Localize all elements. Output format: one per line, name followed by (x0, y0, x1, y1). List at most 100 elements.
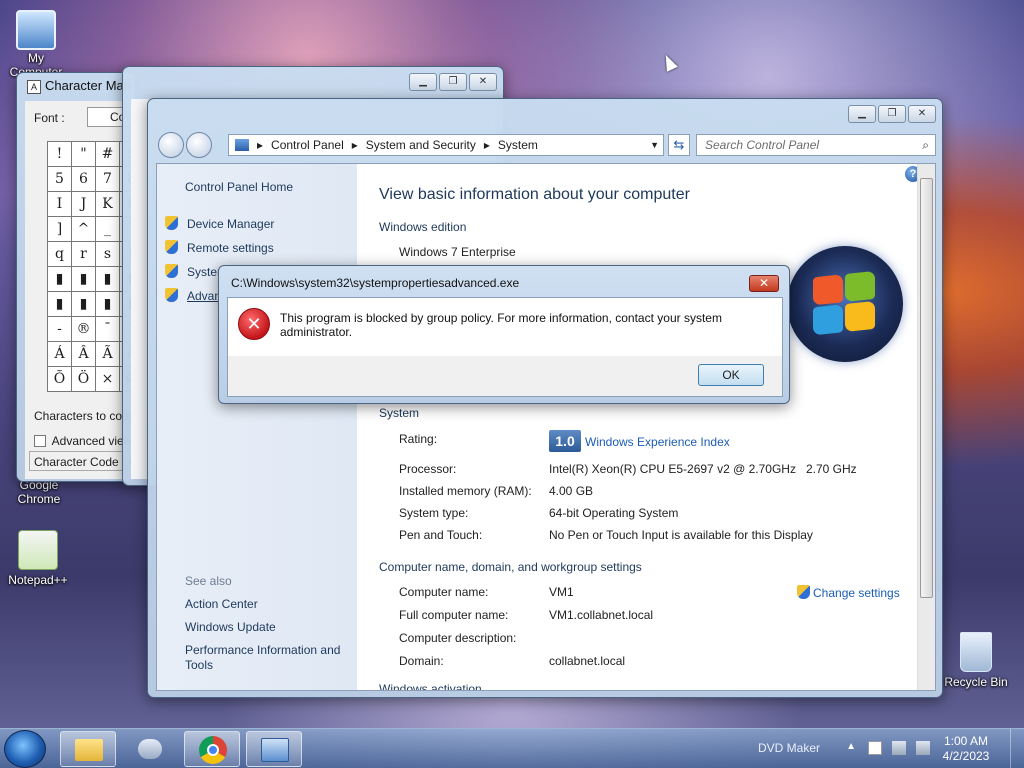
character-cell[interactable]: K (96, 192, 120, 217)
character-cell[interactable]: ▮ (96, 267, 120, 292)
remote-settings-link[interactable]: Remote settings (165, 240, 274, 255)
desktop-icon-my-computer[interactable]: My Computer (0, 10, 72, 79)
action-center-link[interactable]: Action Center (185, 597, 258, 611)
character-code-label: Character Code : 0 (34, 455, 136, 469)
pen-touch-label: Pen and Touch: (399, 528, 483, 542)
chevron-down-icon[interactable]: ▼ (650, 140, 659, 150)
breadcrumb-separator: ▸ (351, 138, 358, 152)
device-manager-link[interactable]: Device Manager (165, 216, 274, 231)
character-cell[interactable]: ▮ (48, 292, 72, 317)
tray-app-label[interactable]: DVD Maker (758, 741, 820, 755)
character-cell[interactable]: " (72, 142, 96, 167)
control-panel-home-link[interactable]: Control Panel Home (185, 180, 293, 194)
vertical-scrollbar[interactable] (917, 164, 935, 690)
dialog-close-button[interactable]: ✕ (749, 275, 779, 292)
breadcrumb-system[interactable]: System (498, 138, 538, 152)
wei-link[interactable]: Windows Experience Index (585, 435, 730, 449)
minimize-button[interactable]: ▁ (409, 73, 437, 91)
character-cell[interactable]: 7 (96, 167, 120, 192)
character-cell[interactable]: s (96, 242, 120, 267)
taskbar-explorer[interactable] (60, 731, 116, 767)
refresh-button[interactable]: ⇆ (668, 134, 690, 156)
minimize-button[interactable]: ▁ (848, 105, 876, 123)
windows-experience-index[interactable]: 1.0 Windows Experience Index (549, 430, 730, 452)
character-cell[interactable]: ! (48, 142, 72, 167)
dialog-message-area: ✕ This program is blocked by group polic… (228, 298, 782, 356)
maximize-button[interactable]: ❐ (878, 105, 906, 123)
character-cell[interactable]: ▮ (72, 292, 96, 317)
dialog-body: ✕ This program is blocked by group polic… (227, 297, 783, 397)
shield-icon (165, 264, 178, 278)
control-panel-icon (235, 139, 249, 151)
character-cell[interactable]: 5 (48, 167, 72, 192)
character-cell[interactable]: Ö (72, 367, 96, 392)
close-button[interactable]: ✕ (469, 73, 497, 91)
character-cell[interactable]: 6 (72, 167, 96, 192)
checkbox-box[interactable] (34, 435, 46, 447)
recycle-bin-icon (960, 632, 992, 672)
character-cell[interactable]: I (48, 192, 72, 217)
search-placeholder: Search Control Panel (705, 138, 820, 152)
desktop-icon-google-chrome[interactable]: Google Chrome (2, 478, 76, 506)
control-panel-taskbar-icon (261, 738, 289, 762)
show-hidden-icons-button[interactable]: ▲ (846, 741, 856, 752)
computer-name-section: Computer name, domain, and workgroup set… (379, 560, 913, 574)
search-input[interactable]: Search Control Panel ⌕ (696, 134, 936, 156)
character-cell[interactable]: Ã (96, 342, 120, 367)
blocked-program-dialog[interactable]: C:\Windows\system32\systempropertiesadva… (218, 265, 790, 404)
character-cell[interactable]: ▮ (72, 267, 96, 292)
characters-to-copy-label: Characters to copy (34, 409, 135, 423)
advanced-view-checkbox[interactable]: Advanced view (34, 434, 132, 448)
breadcrumb-control-panel[interactable]: Control Panel (271, 138, 344, 152)
forward-button[interactable] (186, 132, 212, 158)
section-heading: Computer name, domain, and workgroup set… (379, 560, 648, 574)
close-button[interactable]: ✕ (908, 105, 936, 123)
clock[interactable]: 1:00 AM 4/2/2023 (936, 734, 996, 764)
character-cell[interactable]: # (96, 142, 120, 167)
performance-information-link[interactable]: Performance Information and Tools (185, 643, 350, 673)
system-type-value: 64-bit Operating System (549, 506, 679, 520)
taskbar-chrome[interactable] (184, 731, 240, 767)
action-center-icon[interactable] (868, 741, 882, 755)
desktop-icon-recycle-bin[interactable]: Recycle Bin (940, 632, 1012, 689)
show-desktop-button[interactable] (1010, 729, 1024, 768)
character-cell[interactable]: ▮ (48, 267, 72, 292)
character-cell[interactable]: q (48, 242, 72, 267)
change-settings-link[interactable]: Change settings (797, 585, 900, 600)
taskbar-network-app[interactable] (122, 731, 178, 767)
character-cell[interactable]: × (96, 367, 120, 392)
back-button[interactable] (158, 132, 184, 158)
dialog-title: C:\Windows\system32\systempropertiesadva… (231, 276, 520, 290)
computer-description-label: Computer description: (399, 631, 517, 645)
shield-icon (797, 585, 810, 599)
main-content-pane: ? View basic information about your comp… (357, 164, 917, 690)
character-cell[interactable]: ^ (72, 217, 96, 242)
character-cell[interactable]: ] (48, 217, 72, 242)
character-cell[interactable]: ▮ (96, 292, 120, 317)
scrollbar-thumb[interactable] (920, 178, 933, 598)
search-icon[interactable]: ⌕ (922, 138, 929, 153)
character-cell[interactable]: _ (96, 217, 120, 242)
taskbar-control-panel[interactable] (246, 731, 302, 767)
ok-button[interactable]: OK (698, 364, 764, 386)
page-title: View basic information about your comput… (379, 186, 690, 203)
character-cell[interactable]: J (72, 192, 96, 217)
help-icon[interactable]: ? (905, 166, 917, 182)
character-cell[interactable]: ® (72, 317, 96, 342)
character-cell[interactable]: r (72, 242, 96, 267)
start-button[interactable] (4, 730, 46, 768)
address-bar[interactable]: ▸ Control Panel ▸ System and Security ▸ … (228, 134, 664, 156)
network-icon[interactable] (892, 741, 906, 755)
character-cell[interactable]: ¯ (96, 317, 120, 342)
character-map-window[interactable]: A Character Map Font : Co !"#$5678IJKL]^… (16, 72, 149, 482)
computer-name-value: VM1 (549, 585, 574, 599)
maximize-button[interactable]: ❐ (439, 73, 467, 91)
desktop-icon-notepad-plus-plus[interactable]: Notepad++ (2, 530, 74, 587)
breadcrumb-system-and-security[interactable]: System and Security (366, 138, 476, 152)
character-cell[interactable]: Õ (48, 367, 72, 392)
volume-muted-icon[interactable] (916, 741, 930, 755)
character-cell[interactable]: - (48, 317, 72, 342)
character-cell[interactable]: Á (48, 342, 72, 367)
windows-update-link[interactable]: Windows Update (185, 620, 276, 634)
character-cell[interactable]: Â (72, 342, 96, 367)
